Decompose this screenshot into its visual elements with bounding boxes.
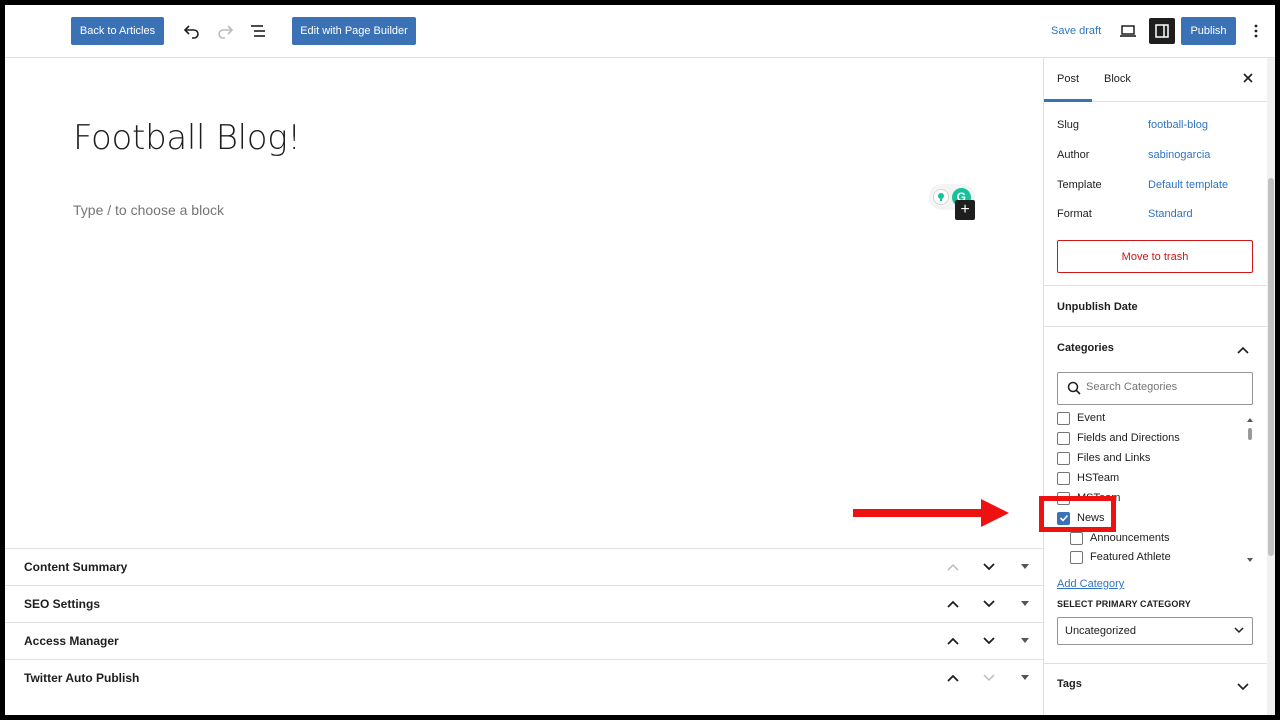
close-icon[interactable] xyxy=(1238,68,1258,88)
redo-icon[interactable] xyxy=(213,19,237,43)
author-label: Author xyxy=(1057,149,1090,161)
metabox-content-summary[interactable]: Content Summary xyxy=(5,548,1043,585)
metabox-label: Content Summary xyxy=(24,560,128,574)
move-up-icon[interactable] xyxy=(943,668,963,688)
category-item-files-and-links[interactable]: Files and Links xyxy=(1057,450,1150,466)
tab-block[interactable]: Block xyxy=(1104,73,1131,85)
sidebar-scrollbar[interactable] xyxy=(1267,58,1275,715)
unpublish-date-panel-title[interactable]: Unpublish Date xyxy=(1057,301,1138,313)
preview-laptop-icon[interactable] xyxy=(1116,19,1140,43)
divider xyxy=(1044,663,1275,664)
save-draft-button[interactable]: Save draft xyxy=(1051,25,1101,37)
chevron-down-icon xyxy=(1234,625,1244,637)
document-overview-icon[interactable] xyxy=(246,19,270,43)
checkbox[interactable] xyxy=(1057,451,1070,465)
meta-boxes: Content Summary SEO Settings Access Mana… xyxy=(5,548,1043,696)
tags-panel-title[interactable]: Tags xyxy=(1057,678,1082,690)
category-label: Files and Links xyxy=(1077,452,1151,464)
categories-panel-title[interactable]: Categories xyxy=(1057,342,1114,354)
metabox-label: Access Manager xyxy=(24,634,119,648)
format-label: Format xyxy=(1057,208,1092,220)
search-categories-field[interactable] xyxy=(1057,372,1253,405)
tab-post[interactable]: Post xyxy=(1057,73,1079,85)
annotation-arrow-head xyxy=(981,499,1009,527)
block-placeholder[interactable]: Type / to choose a block xyxy=(73,202,224,218)
category-label: HSTeam xyxy=(1077,472,1120,484)
publish-button[interactable]: Publish xyxy=(1181,17,1236,45)
move-up-icon[interactable] xyxy=(943,594,963,614)
chevron-up-icon[interactable] xyxy=(1237,341,1249,359)
category-item-fields-and-directions[interactable]: Fields and Directions xyxy=(1057,430,1180,446)
primary-category-value: Uncategorized xyxy=(1065,625,1136,637)
category-label: Announcements xyxy=(1090,532,1170,544)
category-item-announcements[interactable]: Announcements xyxy=(1070,530,1170,546)
category-label: Fields and Directions xyxy=(1077,432,1180,444)
category-item-featured-athlete[interactable]: Featured Athlete xyxy=(1070,549,1171,565)
toggle-panel-icon[interactable] xyxy=(1015,668,1035,688)
chevron-down-icon[interactable] xyxy=(1237,678,1249,696)
add-category-link[interactable]: Add Category xyxy=(1057,578,1124,590)
editor-canvas: Football Blog! G Type / to choose a bloc… xyxy=(5,58,1043,548)
active-tab-indicator xyxy=(1044,99,1092,102)
categories-scrollbar[interactable] xyxy=(1247,416,1253,566)
metabox-twitter-auto-publish[interactable]: Twitter Auto Publish xyxy=(5,659,1043,696)
category-label: Featured Athlete xyxy=(1090,551,1171,563)
format-value-link[interactable]: Standard xyxy=(1148,208,1193,220)
category-item-hsteam[interactable]: HSTeam xyxy=(1057,470,1119,486)
metabox-label: Twitter Auto Publish xyxy=(24,671,140,685)
move-down-icon[interactable] xyxy=(979,594,999,614)
search-icon xyxy=(1067,381,1083,397)
settings-sidebar: Post Block Slug football-blog Author sab… xyxy=(1043,58,1275,715)
undo-icon[interactable] xyxy=(180,19,204,43)
move-down-icon[interactable] xyxy=(979,631,999,651)
annotation-highlight-box xyxy=(1039,496,1116,532)
checkbox[interactable] xyxy=(1057,471,1070,485)
template-value-link[interactable]: Default template xyxy=(1148,179,1228,191)
move-up-icon[interactable] xyxy=(943,557,963,577)
divider xyxy=(1044,326,1275,327)
annotation-arrow xyxy=(853,509,989,517)
template-label: Template xyxy=(1057,179,1102,191)
more-options-icon[interactable] xyxy=(1244,19,1268,43)
slug-value-link[interactable]: football-blog xyxy=(1148,119,1208,131)
category-item-event[interactable]: Event xyxy=(1057,410,1105,426)
move-down-icon[interactable] xyxy=(979,557,999,577)
move-down-icon[interactable] xyxy=(979,668,999,688)
search-categories-input[interactable] xyxy=(1086,381,1236,393)
add-block-plus-icon[interactable]: + xyxy=(955,200,975,220)
sidebar-tabs: Post Block xyxy=(1044,58,1275,102)
settings-sidebar-toggle-icon[interactable] xyxy=(1149,18,1175,44)
lightbulb-icon xyxy=(933,189,950,205)
checkbox[interactable] xyxy=(1070,531,1083,545)
divider xyxy=(1044,285,1275,286)
toggle-panel-icon[interactable] xyxy=(1015,631,1035,651)
metabox-seo-settings[interactable]: SEO Settings xyxy=(5,585,1043,622)
checkbox[interactable] xyxy=(1057,411,1070,425)
toggle-panel-icon[interactable] xyxy=(1015,594,1035,614)
slug-label: Slug xyxy=(1057,119,1080,131)
checkbox[interactable] xyxy=(1057,431,1070,445)
primary-category-select[interactable]: Uncategorized xyxy=(1057,617,1253,645)
metabox-access-manager[interactable]: Access Manager xyxy=(5,622,1043,659)
categories-list: Event Fields and Directions Files and Li… xyxy=(1044,410,1275,570)
checkbox[interactable] xyxy=(1070,550,1083,564)
toggle-panel-icon[interactable] xyxy=(1015,557,1035,577)
metabox-label: SEO Settings xyxy=(24,597,101,611)
move-to-trash-button[interactable]: Move to trash xyxy=(1057,240,1253,273)
sidebar-scrollbar-thumb[interactable] xyxy=(1268,178,1274,556)
move-up-icon[interactable] xyxy=(943,631,963,651)
top-toolbar: Back to Articles Edit with Page Builder … xyxy=(5,5,1275,58)
author-value-link[interactable]: sabinogarcia xyxy=(1148,149,1210,161)
back-to-articles-button[interactable]: Back to Articles xyxy=(71,17,164,45)
editor-window: Back to Articles Edit with Page Builder … xyxy=(5,5,1275,715)
edit-with-page-builder-button[interactable]: Edit with Page Builder xyxy=(292,17,416,45)
category-label: Event xyxy=(1077,412,1106,424)
post-title[interactable]: Football Blog! xyxy=(73,118,301,158)
primary-category-label: SELECT PRIMARY CATEGORY xyxy=(1057,599,1191,609)
